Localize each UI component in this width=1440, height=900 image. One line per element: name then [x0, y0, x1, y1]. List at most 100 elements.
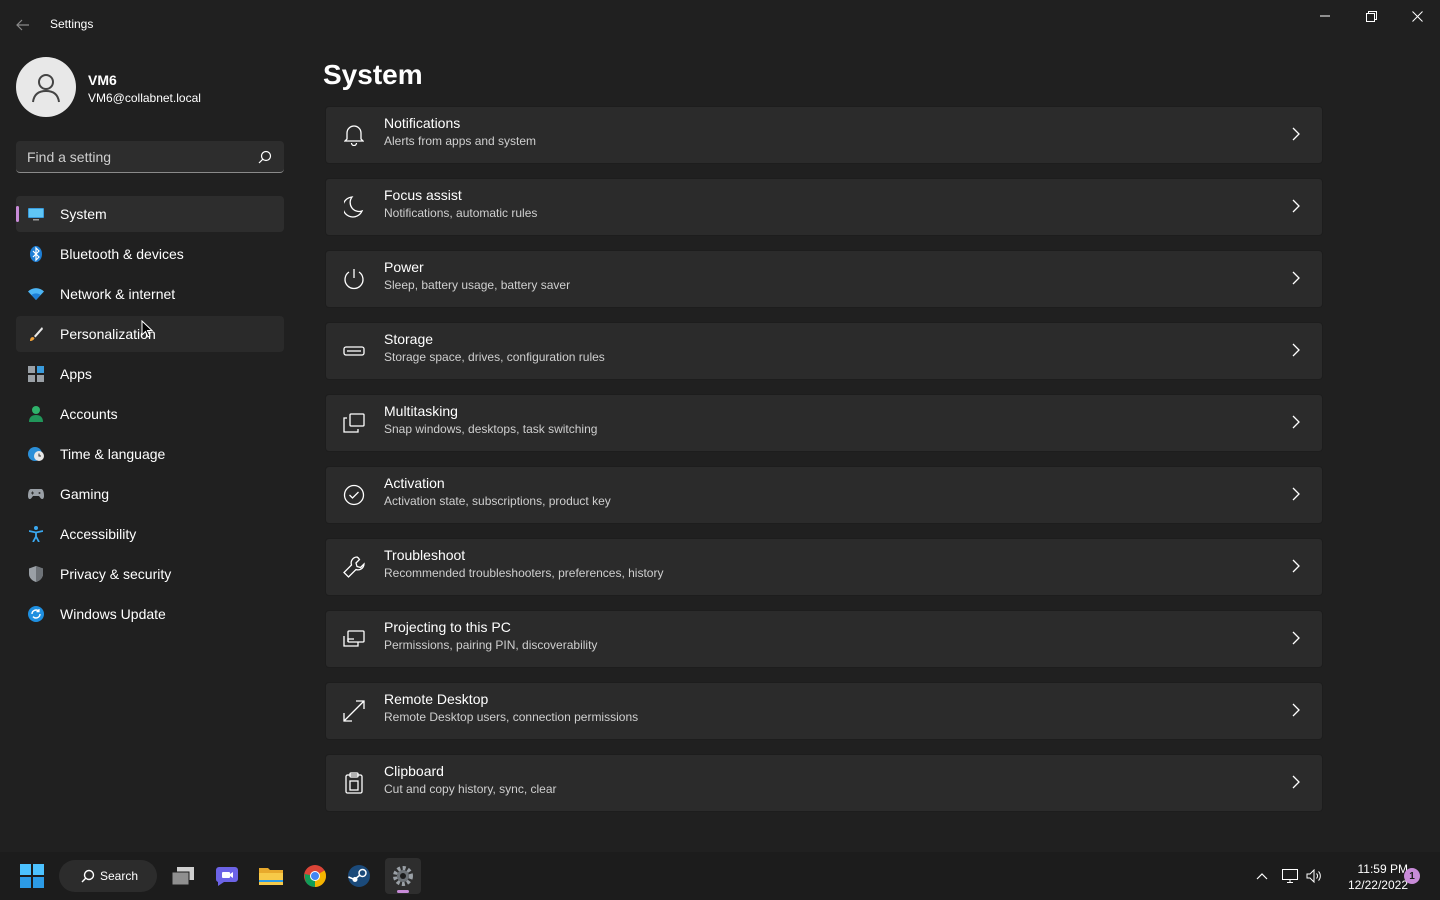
network-icon: [1282, 869, 1298, 883]
volume-icon: [1306, 869, 1321, 883]
steam-button[interactable]: [341, 858, 377, 894]
close-button[interactable]: [1394, 0, 1440, 32]
card-title: Storage: [384, 331, 434, 347]
card-clipboard[interactable]: Clipboard Cut and copy history, sync, cl…: [325, 754, 1323, 812]
card-activation[interactable]: Activation Activation state, subscriptio…: [325, 466, 1323, 524]
volume-tray-button[interactable]: [1302, 852, 1326, 900]
sidebar-item-label: Gaming: [60, 486, 110, 502]
sidebar-item-label: Network & internet: [60, 286, 176, 302]
card-storage[interactable]: Storage Storage space, drives, configura…: [325, 322, 1323, 380]
person-icon: [32, 74, 60, 103]
restore-icon: [1365, 10, 1377, 22]
chevron-right-icon: [1292, 487, 1304, 503]
title-bar: Settings: [0, 0, 1440, 48]
card-remote-desktop[interactable]: Remote Desktop Remote Desktop users, con…: [325, 682, 1323, 740]
back-button[interactable]: [10, 12, 36, 38]
card-troubleshoot[interactable]: Troubleshoot Recommended troubleshooters…: [325, 538, 1323, 596]
card-focus-assist[interactable]: Focus assist Notifications, automatic ru…: [325, 178, 1323, 236]
card-notifications[interactable]: Notifications Alerts from apps and syste…: [325, 106, 1323, 164]
globe-clock-icon: [28, 446, 44, 462]
sidebar-item-bluetooth[interactable]: Bluetooth & devices: [16, 236, 284, 272]
card-subtitle: Remote Desktop users, connection permiss…: [384, 710, 639, 724]
sidebar-item-network[interactable]: Network & internet: [16, 276, 284, 312]
brush-icon: [28, 326, 44, 342]
app-title: Settings: [50, 17, 94, 31]
tray-overflow-button[interactable]: [1250, 852, 1274, 900]
minimize-button[interactable]: [1302, 0, 1348, 32]
sidebar-item-label: Bluetooth & devices: [60, 246, 184, 262]
sidebar-item-apps[interactable]: Apps: [16, 356, 284, 392]
power-icon: [342, 267, 366, 291]
card-title: Remote Desktop: [384, 691, 489, 707]
sidebar-item-accounts[interactable]: Accounts: [16, 396, 284, 432]
start-button[interactable]: [14, 858, 50, 894]
card-subtitle: Snap windows, desktops, task switching: [384, 422, 598, 436]
avatar[interactable]: [16, 57, 76, 117]
card-multitasking[interactable]: Multitasking Snap windows, desktops, tas…: [325, 394, 1323, 452]
task-view-button[interactable]: [165, 858, 201, 894]
user-name: VM6: [88, 72, 117, 88]
settings-icon: [393, 866, 413, 886]
card-subtitle: Sleep, battery usage, battery saver: [384, 278, 571, 292]
search-icon: [81, 869, 95, 883]
card-power[interactable]: Power Sleep, battery usage, battery save…: [325, 250, 1323, 308]
sidebar-item-privacy-security[interactable]: Privacy & security: [16, 556, 284, 592]
sidebar-item-label: Windows Update: [60, 606, 166, 622]
settings-taskbar-button[interactable]: [385, 858, 421, 894]
bell-icon: [342, 123, 366, 147]
chat-button[interactable]: [209, 858, 245, 894]
accessibility-icon: [28, 526, 44, 542]
search-input[interactable]: [16, 141, 246, 172]
moon-icon: [342, 195, 366, 219]
chevron-right-icon: [1292, 415, 1304, 431]
sidebar-item-system[interactable]: System: [16, 196, 284, 232]
apps-icon: [28, 366, 44, 382]
search-icon[interactable]: [258, 150, 272, 164]
storage-icon: [342, 339, 366, 363]
start-icon: [20, 864, 44, 888]
bluetooth-icon: [28, 246, 44, 262]
multitasking-icon: [342, 411, 366, 435]
chevron-right-icon: [1292, 127, 1304, 143]
sidebar-item-label: Accounts: [60, 406, 118, 422]
arrow-left-icon: [16, 19, 29, 31]
chevron-right-icon: [1292, 199, 1304, 215]
account-icon: [28, 406, 44, 422]
sidebar-item-label: System: [60, 206, 107, 222]
sidebar-item-gaming[interactable]: Gaming: [16, 476, 284, 512]
chrome-icon: [304, 865, 326, 887]
card-title: Notifications: [384, 115, 461, 131]
chevron-right-icon: [1292, 631, 1304, 647]
card-subtitle: Activation state, subscriptions, product…: [384, 494, 611, 508]
clipboard-icon: [342, 771, 366, 795]
sidebar-item-time-language[interactable]: Time & language: [16, 436, 284, 472]
clock[interactable]: 11:59 PM 12/22/2022: [1330, 861, 1408, 893]
shield-icon: [28, 566, 44, 582]
file-explorer-icon: [259, 868, 283, 885]
network-tray-button[interactable]: [1278, 852, 1302, 900]
taskbar-search-label: Search: [100, 869, 139, 883]
sidebar-item-label: Time & language: [60, 446, 166, 462]
restore-button[interactable]: [1348, 0, 1394, 32]
sidebar-item-accessibility[interactable]: Accessibility: [16, 516, 284, 552]
monitor-icon: [28, 206, 44, 222]
wifi-icon: [28, 286, 44, 302]
user-email: VM6@collabnet.local: [88, 91, 201, 105]
taskbar: Search 11:59 PM 12/22/2022 1: [0, 852, 1440, 900]
card-projecting[interactable]: Projecting to this PC Permissions, pairi…: [325, 610, 1323, 668]
file-explorer-button[interactable]: [253, 858, 289, 894]
card-title: Clipboard: [384, 763, 444, 779]
notification-badge[interactable]: 1: [1404, 868, 1420, 884]
card-title: Activation: [384, 475, 445, 491]
steam-icon: [348, 865, 370, 887]
chevron-right-icon: [1292, 343, 1304, 359]
card-subtitle: Recommended troubleshooters, preferences…: [384, 566, 664, 580]
clock-date: 12/22/2022: [1347, 878, 1408, 892]
card-title: Troubleshoot: [384, 547, 466, 563]
chrome-button[interactable]: [297, 858, 333, 894]
gamepad-icon: [28, 486, 44, 502]
sidebar-item-windows-update[interactable]: Windows Update: [16, 596, 284, 632]
taskbar-search[interactable]: Search: [59, 860, 157, 892]
chat-icon: [215, 867, 238, 886]
page-title: System: [323, 59, 423, 90]
